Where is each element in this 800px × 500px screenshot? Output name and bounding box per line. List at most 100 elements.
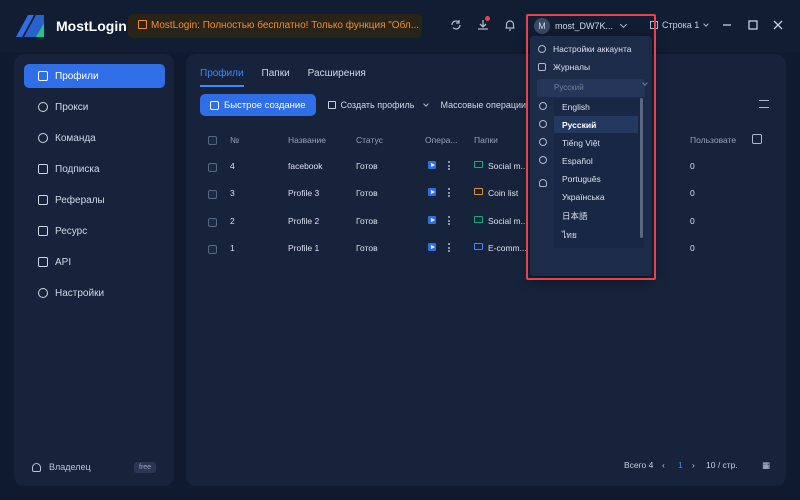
tab-profiles[interactable]: Профили [200,68,244,87]
play-icon[interactable] [428,243,436,251]
highlight-box [526,14,656,280]
bell-icon[interactable] [503,18,517,32]
sidebar-item-label: Прокси [55,101,89,113]
play-icon[interactable] [428,161,436,169]
chevron-down-icon [423,100,430,107]
row-status: Готов [356,216,378,226]
tab-extensions[interactable]: Расширения [308,68,366,87]
tab-folders[interactable]: Папки [262,68,290,87]
tab-bar: Профили Папки Расширения [200,68,384,87]
row-folder: Coin list [488,188,519,198]
row-name: Profile 2 [288,216,320,226]
sidebar-item-label: Команда [55,132,96,144]
row-checkbox[interactable] [208,163,217,172]
bulk-operations-label: Массовые операции [440,100,527,110]
row-selector-label: Строка 1 [662,20,700,30]
table-row[interactable]: 2 Profile 2 Готов Social m... 0 [200,213,772,233]
play-icon[interactable] [428,188,436,196]
sidebar-item-resource[interactable]: Ресурс [24,219,165,243]
row-checkbox[interactable] [208,218,217,227]
more-icon[interactable] [448,216,450,226]
row-folder: Social m... [488,161,528,171]
row-status: Готов [356,188,378,198]
row-number: 2 [230,216,235,226]
announcement-banner[interactable]: MostLogin: Полностью бесплатно! Только ф… [128,14,422,38]
row-checkbox[interactable] [208,190,217,199]
sidebar-item-label: Ресурс [55,225,88,237]
header-number: № [230,135,240,145]
row-number: 4 [230,161,235,171]
sidebar-item-label: Профили [55,70,99,82]
table-header: № Название Статус Опера... Папки Пользов… [200,132,772,150]
sidebar-item-referrals[interactable]: Рефералы [24,188,165,212]
app-title: MostLogin [56,18,127,34]
sidebar-item-team[interactable]: Команда [24,126,165,150]
row-name: facebook [288,161,323,171]
sync-icon[interactable] [449,18,463,32]
top-bar: MostLogin MostLogin: Полностью бесплатно… [0,0,800,52]
folder-icon [474,188,483,195]
more-icon[interactable] [448,188,450,198]
table-row[interactable]: 3 Profile 3 Готов Coin list 0 [200,185,772,205]
plan-badge: free [134,462,157,473]
header-status[interactable]: Статус [356,135,383,145]
add-square-icon [327,101,336,109]
create-profile-button[interactable]: Создать профиль [327,100,430,110]
page-size-selector[interactable]: 10 / стр. [706,460,738,470]
subscription-icon [38,164,48,174]
person-icon [32,462,41,472]
row-user: 0 [690,243,695,253]
row-name: Profile 1 [288,243,320,253]
sidebar-item-api[interactable]: API [24,250,165,274]
more-icon[interactable] [448,161,450,171]
row-selector[interactable]: Строка 1 [650,20,710,30]
download-badge [485,16,490,21]
sidebar-item-settings[interactable]: Настройки [24,281,165,305]
maximize-icon[interactable] [747,19,759,31]
column-settings-icon[interactable] [752,134,762,144]
row-status: Готов [356,161,378,171]
next-page-button[interactable]: › [692,460,695,470]
row-name: Profile 3 [288,188,320,198]
row-number: 1 [230,243,235,253]
folder-icon [474,243,483,250]
bulk-operations-button[interactable]: Массовые операции [440,100,526,110]
more-icon[interactable] [448,243,450,253]
table-row[interactable]: 1 Profile 1 Готов E-comm... 0 [200,240,772,260]
proxy-icon [38,102,48,112]
owner-label: Владелец [49,462,91,472]
quick-create-label: Быстрое создание [224,99,306,111]
folder-icon [474,216,483,223]
owner-role: Владелец [32,462,91,472]
copy-icon [210,100,219,110]
folder-icon [474,161,483,168]
sidebar: Профили Прокси Команда Подписка Рефералы… [14,54,174,486]
announcement-icon [138,20,147,29]
filter-icon[interactable] [759,100,769,108]
sidebar-item-profiles[interactable]: Профили [24,64,165,88]
minimize-icon[interactable] [721,19,733,31]
header-name[interactable]: Название [288,135,326,145]
settings-icon [38,288,48,298]
sidebar-item-subscription[interactable]: Подписка [24,157,165,181]
referral-icon [38,195,48,205]
select-all-checkbox[interactable] [208,136,217,145]
row-checkbox[interactable] [208,245,217,254]
total-count: Всего 4 [624,460,654,470]
prev-page-button[interactable]: ‹ [662,460,665,470]
announcement-text: MostLogin: Полностью бесплатно! Только ф… [151,20,420,31]
sidebar-item-label: Подписка [55,163,100,175]
play-icon[interactable] [428,216,436,224]
row-status: Готов [356,243,378,253]
row-folder: E-comm... [488,243,527,253]
page-number[interactable]: 1 [678,460,683,470]
grid-view-icon[interactable]: ▦ [762,460,770,471]
table-row[interactable]: 4 facebook Готов Social m... 0 [200,158,772,178]
sidebar-item-label: Настройки [55,287,105,299]
quick-create-button[interactable]: Быстрое создание [200,94,316,116]
close-icon[interactable] [772,19,784,31]
team-icon [38,133,48,143]
header-user: Пользовате [690,135,737,145]
sidebar-item-proxies[interactable]: Прокси [24,95,165,119]
chevron-down-icon [703,20,710,27]
